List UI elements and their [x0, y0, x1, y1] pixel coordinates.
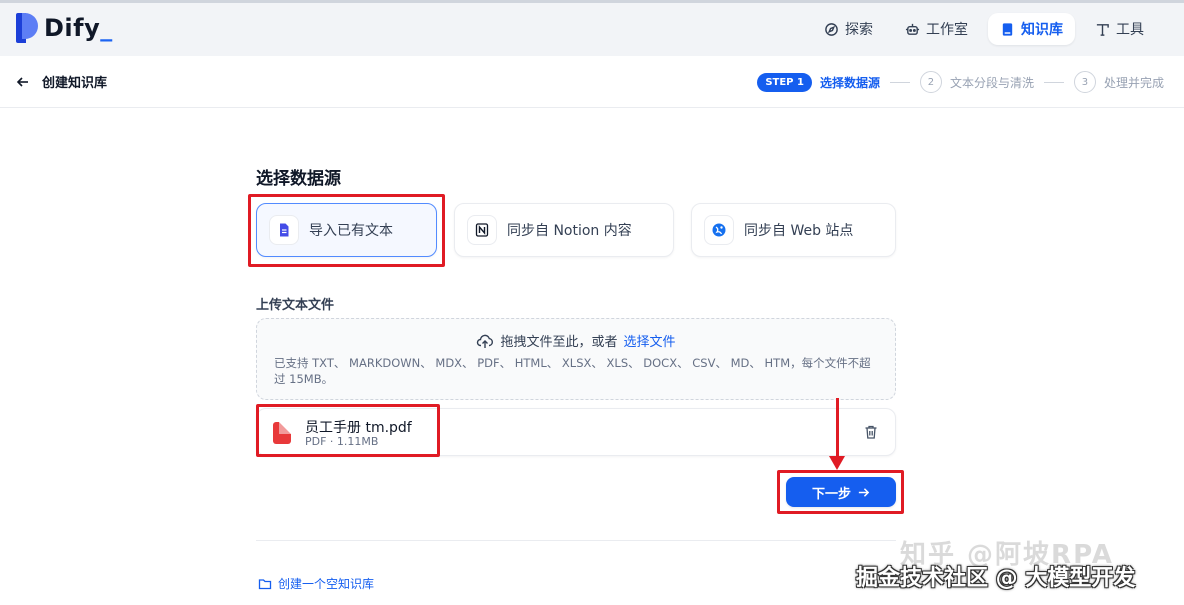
- nav-knowledge[interactable]: 知识库: [988, 13, 1075, 45]
- dropzone-prompt: 拖拽文件至此，或者 选择文件: [257, 331, 895, 350]
- source-import-text[interactable]: 导入已有文本: [256, 203, 437, 257]
- next-step-button[interactable]: 下一步: [786, 477, 896, 507]
- tools-icon: [1096, 23, 1109, 36]
- notion-icon: [467, 215, 497, 245]
- trash-icon[interactable]: [863, 424, 879, 440]
- source-notion[interactable]: 同步自 Notion 内容: [454, 203, 674, 257]
- file-text-icon: [269, 215, 299, 245]
- nav-explore[interactable]: 探索: [812, 13, 885, 45]
- file-name: 员工手册 tm.pdf: [305, 420, 412, 436]
- compass-icon: [825, 22, 838, 36]
- nav-tools[interactable]: 工具: [1083, 13, 1156, 45]
- source-web[interactable]: 同步自 Web 站点: [691, 203, 896, 257]
- source-label: 同步自 Web 站点: [744, 223, 854, 239]
- watermark-juejin: 掘金技术社区 @ 大模型开发: [856, 566, 1136, 591]
- section-title: 选择数据源: [256, 169, 341, 189]
- upload-label: 上传文本文件: [256, 298, 335, 313]
- file-meta: PDF · 1.11MB: [305, 435, 379, 448]
- divider: [256, 540, 896, 541]
- robot-icon: [905, 23, 920, 35]
- step-1-badge: STEP 1: [757, 72, 812, 92]
- step-3-label: 处理并完成: [1103, 75, 1164, 90]
- step-indicator: STEP 1 选择数据源 2 文本分段与清洗 3 处理并完成: [757, 71, 1164, 93]
- main-nav: 探索 工作室 知识库 工具: [812, 13, 1156, 45]
- folder-icon: [258, 578, 272, 589]
- supported-formats-hint: 已支持 TXT、 MARKDOWN、 MDX、 PDF、 HTML、 XLSX、…: [274, 356, 871, 386]
- annotation-arrow: [836, 398, 839, 460]
- step-2-label: 文本分段与清洗: [949, 75, 1034, 90]
- nav-studio[interactable]: 工作室: [893, 13, 980, 45]
- book-icon: [1002, 22, 1013, 36]
- uploaded-file-item[interactable]: 员工手册 tm.pdf PDF · 1.11MB: [256, 408, 896, 456]
- dify-logo-mark: [16, 13, 38, 43]
- source-label: 同步自 Notion 内容: [507, 223, 632, 239]
- annotation-arrow-head: [829, 456, 845, 470]
- arrow-right-icon: [858, 487, 870, 497]
- step-1-label: 选择数据源: [819, 75, 880, 90]
- step-2-number: 2: [919, 71, 942, 93]
- arrow-left-icon: [16, 76, 28, 87]
- web-icon: [704, 215, 734, 245]
- step-3-number: 3: [1073, 71, 1096, 93]
- pdf-file-icon: [273, 422, 291, 444]
- cloud-upload-icon: [477, 334, 494, 348]
- top-navbar: Dify_ 探索 工作室 知识库 工具: [0, 0, 1184, 56]
- source-label: 导入已有文本: [309, 223, 393, 239]
- select-file-link[interactable]: 选择文件: [624, 331, 676, 350]
- back-button[interactable]: 创建知识库: [16, 72, 107, 91]
- page-title: 创建知识库: [42, 76, 108, 91]
- step-divider: [1043, 81, 1064, 83]
- file-dropzone[interactable]: 拖拽文件至此，或者 选择文件 已支持 TXT、 MARKDOWN、 MDX、 P…: [256, 318, 896, 400]
- dify-logo[interactable]: Dify_: [16, 13, 113, 43]
- step-divider: [889, 81, 910, 83]
- create-empty-knowledge-link[interactable]: 创建一个空知识库: [258, 575, 374, 592]
- sub-header: 创建知识库 STEP 1 选择数据源 2 文本分段与清洗 3 处理并完成: [0, 56, 1184, 108]
- logo-text: Dify_: [44, 14, 113, 42]
